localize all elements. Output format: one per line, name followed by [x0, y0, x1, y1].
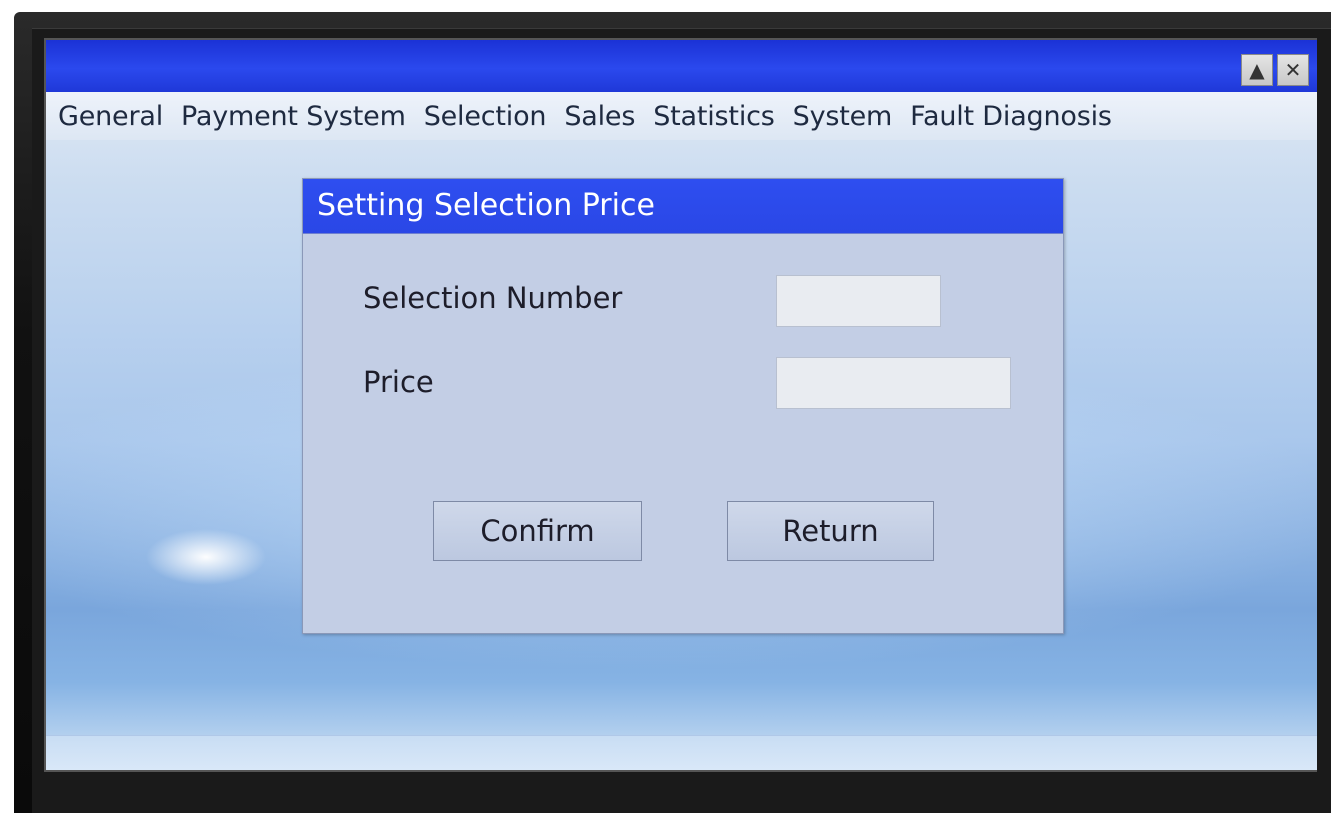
price-label: Price [363, 365, 434, 399]
menu-item-selection[interactable]: Selection [415, 101, 556, 132]
menu-item-statistics[interactable]: Statistics [644, 101, 783, 132]
menu-item-system[interactable]: System [784, 101, 901, 132]
menu-item-payment-system[interactable]: Payment System [172, 101, 415, 132]
menu-item-sales[interactable]: Sales [555, 101, 644, 132]
close-icon[interactable]: ✕ [1277, 54, 1309, 86]
selection-number-input[interactable] [776, 275, 941, 327]
dialog-title: Setting Selection Price [303, 179, 1063, 234]
status-strip [46, 735, 1317, 770]
up-arrow-icon[interactable]: ▲ [1241, 54, 1273, 86]
window-titlebar: ▲ ✕ [46, 40, 1317, 92]
menu-bar: General Payment System Selection Sales S… [46, 92, 1317, 140]
window-controls: ▲ ✕ [1241, 54, 1309, 86]
screen: ▲ ✕ General Payment System Selection Sal… [44, 38, 1317, 772]
setting-price-dialog: Setting Selection Price Selection Number… [302, 178, 1064, 634]
menu-item-fault-diagnosis[interactable]: Fault Diagnosis [901, 101, 1121, 132]
confirm-button[interactable]: Confirm [433, 501, 642, 561]
menu-item-general[interactable]: General [46, 101, 172, 132]
price-input[interactable] [776, 357, 1011, 409]
return-button[interactable]: Return [727, 501, 934, 561]
selection-number-label: Selection Number [363, 281, 623, 315]
